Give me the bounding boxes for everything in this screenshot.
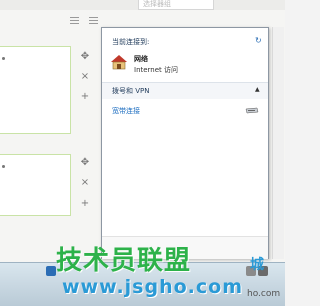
watermark-suffix: 城 xyxy=(250,257,264,273)
modem-icon xyxy=(245,107,259,114)
watermark-title: 技术员联盟 xyxy=(56,246,192,276)
list-view-icon-2[interactable] xyxy=(89,17,98,25)
list-view-icon[interactable] xyxy=(70,17,79,25)
card-dot xyxy=(2,57,5,60)
close-icon[interactable]: × xyxy=(80,72,90,82)
add-icon[interactable]: + xyxy=(80,92,90,102)
flyout-title: 当前连接到: xyxy=(112,38,150,46)
move-icon[interactable]: ✥ xyxy=(80,158,90,168)
content-card-2 xyxy=(0,154,71,216)
network-name[interactable]: 网络 xyxy=(134,54,148,64)
watermark-url: www.jsgho.com xyxy=(62,276,243,298)
add-icon[interactable]: + xyxy=(80,199,90,209)
network-status: Internet 访问 xyxy=(134,66,179,74)
broadband-connection-link[interactable]: 宽带连接 xyxy=(112,106,140,116)
dialup-vpn-label: 拨号和 VPN xyxy=(112,87,150,95)
content-card-1 xyxy=(0,46,71,134)
refresh-icon[interactable]: ↻ xyxy=(255,36,262,45)
tray-app-icon[interactable] xyxy=(46,266,56,276)
watermark-suffix-2: ho.com xyxy=(247,289,281,299)
close-icon[interactable]: × xyxy=(80,178,90,188)
network-house-icon xyxy=(111,55,127,70)
move-icon[interactable]: ✥ xyxy=(80,52,90,62)
network-flyout: 当前连接到: ↻ 网络 Internet 访问 拨号和 VPN ▲ 宽带连接 xyxy=(101,27,269,259)
collapse-caret-icon[interactable]: ▲ xyxy=(255,86,260,93)
scrollbar[interactable] xyxy=(272,27,284,259)
background-tab[interactable]: 选择器组 xyxy=(138,0,214,10)
card-dot xyxy=(2,165,5,168)
